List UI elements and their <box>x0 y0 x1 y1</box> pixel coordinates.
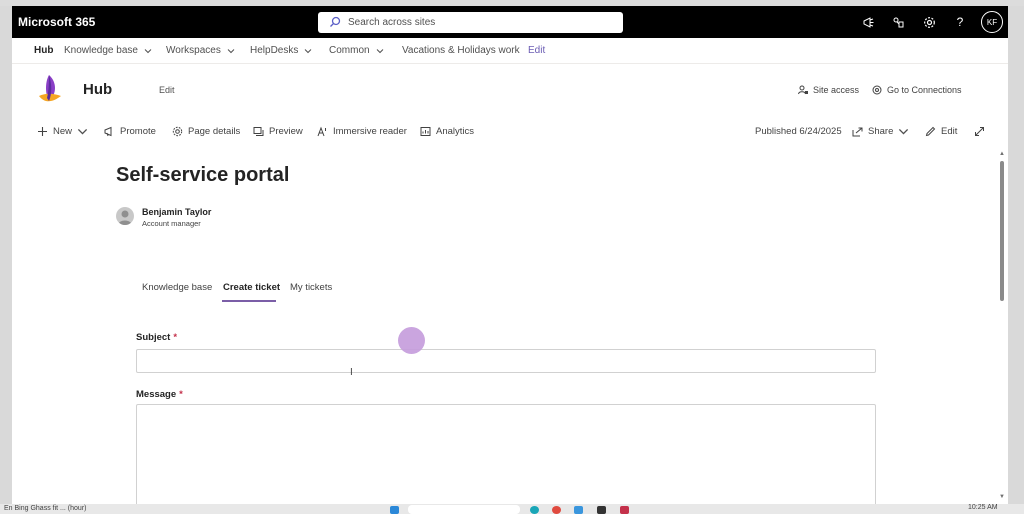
gear-icon <box>172 126 183 137</box>
search-icon <box>330 16 341 27</box>
site-edit-link[interactable]: Edit <box>159 85 175 95</box>
hub-nav-home[interactable]: Hub <box>34 45 53 56</box>
subject-label-text: Subject <box>136 332 171 343</box>
user-avatar[interactable]: KF <box>981 11 1003 33</box>
hub-nav-label: HelpDesks <box>250 45 299 56</box>
suite-bar: Microsoft 365 ? KF <box>12 6 1008 38</box>
immersive-reader-icon <box>317 126 326 137</box>
page-details-label: Page details <box>188 126 241 137</box>
text-cursor-icon: I <box>350 367 353 378</box>
start-icon[interactable] <box>390 506 399 514</box>
message-field[interactable] <box>136 404 876 504</box>
edit-page-label: Edit <box>941 126 958 137</box>
page-scrollbar[interactable]: ▲ ▼ <box>998 151 1006 504</box>
notification-app-icon[interactable] <box>620 506 629 514</box>
tab-knowledge-base[interactable]: Knowledge base <box>142 282 212 293</box>
active-tab-indicator <box>222 300 276 302</box>
chevron-down-icon <box>305 48 312 53</box>
app-icon[interactable] <box>574 506 583 514</box>
people-lock-icon <box>798 85 808 95</box>
expand-icon <box>975 127 984 136</box>
promote-button[interactable]: Promote <box>104 126 156 137</box>
os-taskbar: En Bing Ghass fit ... (hour) 10:25 AM <box>0 504 1024 514</box>
hub-nav-label: Common <box>329 45 370 56</box>
chevron-down-icon <box>376 48 383 53</box>
hub-nav-edit-link[interactable]: Edit <box>528 45 545 56</box>
share-label: Share <box>868 126 894 137</box>
preview-icon <box>253 127 264 136</box>
search-input[interactable] <box>348 14 608 31</box>
analytics-button[interactable]: Analytics <box>420 126 474 137</box>
analytics-label: Analytics <box>436 126 475 137</box>
tab-create-ticket[interactable]: Create ticket <box>223 282 280 293</box>
taskbar-search[interactable] <box>408 505 520 514</box>
hub-nav-helpdesks[interactable]: HelpDesks <box>250 45 312 56</box>
chevron-down-icon <box>227 48 235 53</box>
page-details-button[interactable]: Page details <box>172 126 240 137</box>
immersive-reader-label: Immersive reader <box>333 126 407 137</box>
hub-nav-common[interactable]: Common <box>329 45 384 56</box>
hub-navigation: Hub Knowledge base Workspaces HelpDesks … <box>12 38 1008 64</box>
hub-nav-knowledge-base[interactable]: Knowledge base <box>64 45 152 56</box>
connections-icon <box>872 85 882 95</box>
new-button[interactable]: New <box>37 126 88 137</box>
page-title: Self-service portal <box>116 164 290 186</box>
chrome-icon[interactable] <box>552 506 561 514</box>
author-role: Account manager <box>142 219 201 228</box>
chevron-down-icon <box>144 48 152 53</box>
site-logo[interactable] <box>37 74 63 106</box>
site-access-label: Site access <box>813 85 860 95</box>
edge-icon[interactable] <box>530 506 539 514</box>
go-to-connections-label: Go to Connections <box>887 85 962 95</box>
megaphone-icon <box>104 126 112 137</box>
share-icon <box>852 127 863 137</box>
taskbar-window-label[interactable]: En Bing Ghass fit ... (hour) <box>4 505 86 512</box>
hub-nav-vacations[interactable]: Vacations & Holidays work <box>402 45 520 56</box>
share-network-icon[interactable] <box>890 14 906 30</box>
terminal-icon[interactable] <box>597 506 606 514</box>
scroll-down-arrow-icon[interactable]: ▼ <box>999 494 1005 500</box>
message-label: Message * <box>136 389 183 400</box>
hub-nav-workspaces[interactable]: Workspaces <box>166 45 235 56</box>
plus-icon <box>38 127 47 136</box>
gear-icon[interactable] <box>921 14 937 30</box>
published-status: Published 6/24/2025 <box>755 126 842 137</box>
cursor-highlight <box>398 327 425 354</box>
scroll-up-arrow-icon[interactable]: ▲ <box>999 151 1005 157</box>
required-marker: * <box>173 332 178 343</box>
immersive-reader-button[interactable]: Immersive reader <box>317 126 407 137</box>
site-title[interactable]: Hub <box>83 81 112 98</box>
tab-my-tickets[interactable]: My tickets <box>290 282 332 293</box>
chevron-down-icon <box>899 128 909 135</box>
subject-label: Subject * <box>136 332 177 343</box>
go-to-connections-button[interactable]: Go to Connections <box>872 85 962 95</box>
promote-label: Promote <box>120 126 156 137</box>
subject-field[interactable] <box>136 349 876 373</box>
help-icon[interactable]: ? <box>952 14 968 30</box>
scroll-thumb[interactable] <box>1000 161 1004 301</box>
search-box[interactable] <box>318 12 623 33</box>
app-title[interactable]: Microsoft 365 <box>18 15 95 29</box>
browser-window: Microsoft 365 ? KF Hub Knowledge base Wo… <box>12 6 1008 504</box>
megaphone-icon[interactable] <box>860 14 876 30</box>
required-marker: * <box>179 389 183 400</box>
chevron-down-icon <box>77 128 88 135</box>
message-label-text: Message <box>136 389 177 400</box>
analytics-icon <box>420 127 431 136</box>
author-name[interactable]: Benjamin Taylor <box>142 207 211 217</box>
hub-nav-label: Workspaces <box>166 45 221 56</box>
taskbar-clock[interactable]: 10:25 AM <box>968 504 998 511</box>
share-button[interactable]: Share <box>852 126 909 137</box>
pencil-icon <box>925 126 936 137</box>
expand-button[interactable] <box>974 126 985 137</box>
edit-page-button[interactable]: Edit <box>925 126 957 137</box>
author-avatar[interactable] <box>116 207 134 225</box>
hub-nav-label: Knowledge base <box>64 45 138 56</box>
new-label: New <box>53 126 73 137</box>
preview-label: Preview <box>269 126 303 137</box>
person-icon <box>118 210 132 225</box>
site-access-button[interactable]: Site access <box>798 85 859 95</box>
preview-button[interactable]: Preview <box>253 126 303 137</box>
